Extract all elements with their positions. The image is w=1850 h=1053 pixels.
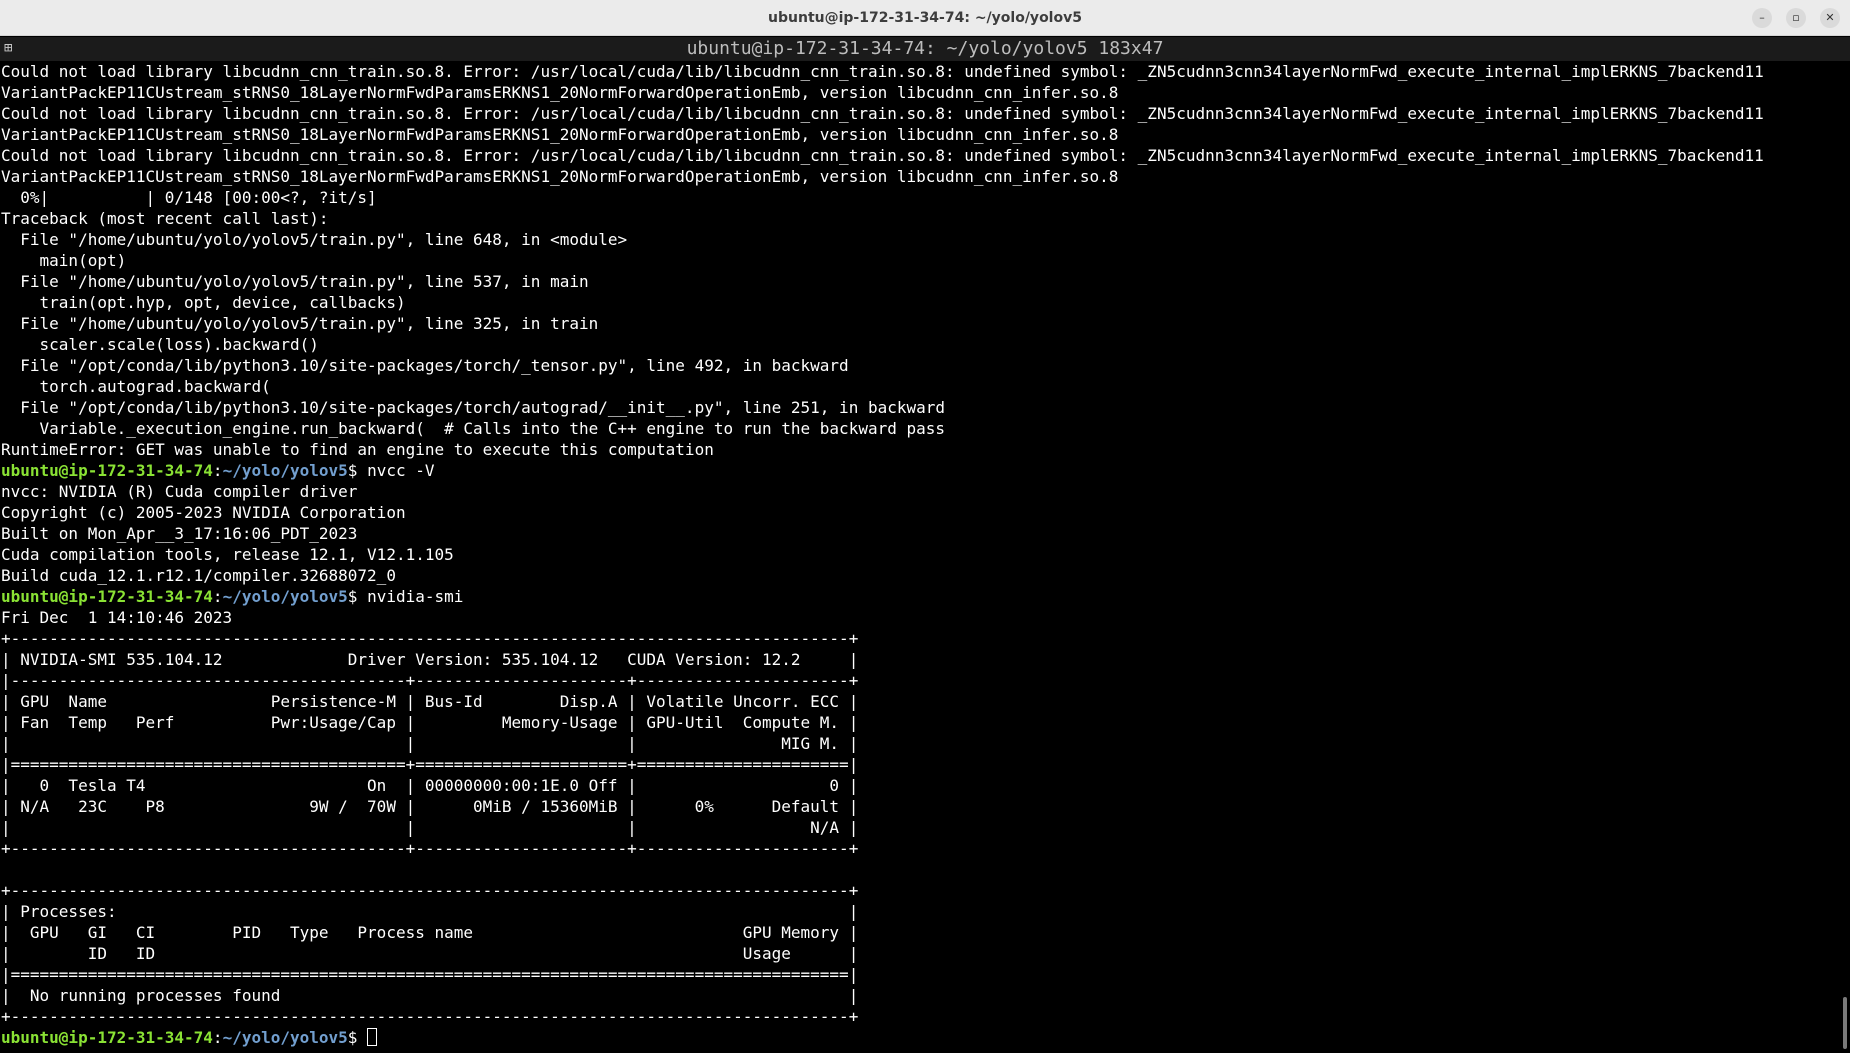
prompt-path: ~/yolo/yolov5 (222, 461, 348, 480)
terminal-line: nvcc: NVIDIA (R) Cuda compiler driver (1, 482, 358, 501)
terminal-line: File "/opt/conda/lib/python3.10/site-pac… (1, 398, 946, 417)
terminal-line: | 0 Tesla T4 On | 00000000:00:1E.0 Off |… (1, 776, 859, 795)
terminal-line: +---------------------------------------… (1, 839, 859, 858)
terminal-line: VariantPackEP11CUstream_stRNS0_18LayerNo… (1, 125, 1119, 144)
terminal-line: | No running processes found | (1, 986, 859, 1005)
window-titlebar[interactable]: ubuntu@ip-172-31-34-74: ~/yolo/yolov5 – … (0, 0, 1850, 36)
terminal-line: File "/home/ubuntu/yolo/yolov5/train.py"… (1, 272, 589, 291)
terminal-line: | GPU GI CI PID Type Process name GPU Me… (1, 923, 859, 942)
window-title: ubuntu@ip-172-31-34-74: ~/yolo/yolov5 (768, 10, 1082, 26)
terminal-line: Fri Dec 1 14:10:46 2023 (1, 608, 233, 627)
terminal-line: Variable._execution_engine.run_backward(… (1, 419, 946, 438)
terminal-line: |=======================================… (1, 965, 859, 984)
scrollbar-thumb[interactable] (1843, 997, 1847, 1049)
terminal-line: | GPU Name Persistence-M | Bus-Id Disp.A… (1, 692, 859, 711)
prompt-user: ubuntu@ip-172-31-34-74 (1, 461, 213, 480)
prompt-separator: : (212, 587, 223, 606)
terminal-line: 0%| | 0/148 [00:00<?, ?it/s] (1, 188, 377, 207)
terminal-line: +---------------------------------------… (1, 629, 859, 648)
terminal-line: | | | MIG M. | (1, 734, 859, 753)
close-button[interactable]: ✕ (1820, 8, 1840, 28)
terminal-output[interactable]: Could not load library libcudnn_cnn_trai… (0, 61, 1835, 1051)
terminal-scrollbar[interactable] (1838, 61, 1850, 1053)
minimize-icon: – (1759, 11, 1765, 24)
tmux-pane-title: ubuntu@ip-172-31-34-74: ~/yolo/yolov5 18… (686, 38, 1164, 59)
minimize-button[interactable]: – (1752, 8, 1772, 28)
terminal-window: ubuntu@ip-172-31-34-74: ~/yolo/yolov5 – … (0, 0, 1850, 1053)
terminal-line: main(opt) (1, 251, 127, 270)
terminal-line: Could not load library libcudnn_cnn_trai… (1, 104, 1764, 123)
prompt-path: ~/yolo/yolov5 (222, 587, 348, 606)
terminal-line: | | | N/A | (1, 818, 859, 837)
terminal-cursor (367, 1028, 378, 1046)
terminal-line: Built on Mon_Apr__3_17:16:06_PDT_2023 (1, 524, 358, 543)
window-controls: – ▫ ✕ (1752, 8, 1840, 28)
terminal-line: scaler.scale(loss).backward() (1, 335, 319, 354)
terminal-line: | NVIDIA-SMI 535.104.12 Driver Version: … (1, 650, 859, 669)
terminal-line: Copyright (c) 2005-2023 NVIDIA Corporati… (1, 503, 406, 522)
prompt-user: ubuntu@ip-172-31-34-74 (1, 587, 213, 606)
maximize-icon: ▫ (1792, 11, 1800, 24)
prompt-dollar: $ (347, 587, 368, 606)
terminal-line: VariantPackEP11CUstream_stRNS0_18LayerNo… (1, 167, 1119, 186)
terminal-line: Could not load library libcudnn_cnn_trai… (1, 62, 1764, 81)
terminal-line: |---------------------------------------… (1, 671, 859, 690)
terminal-line: | ID ID Usage | (1, 944, 859, 963)
close-icon: ✕ (1825, 11, 1835, 24)
prompt-line: ubuntu@ip-172-31-34-74:~/yolo/yolov5$ (1, 1027, 1835, 1048)
prompt-command: nvidia-smi (367, 587, 464, 606)
terminal-line: +---------------------------------------… (1, 881, 859, 900)
prompt-dollar: $ (347, 461, 368, 480)
maximize-button[interactable]: ▫ (1786, 8, 1806, 28)
prompt-line: ubuntu@ip-172-31-34-74:~/yolo/yolov5$ nv… (1, 460, 1835, 481)
terminal-line: train(opt.hyp, opt, device, callbacks) (1, 293, 406, 312)
tmux-status-bar: ⊞ ubuntu@ip-172-31-34-74: ~/yolo/yolov5 … (0, 37, 1850, 61)
terminal-line: Could not load library libcudnn_cnn_trai… (1, 146, 1764, 165)
terminal-line: RuntimeError: GET was unable to find an … (1, 440, 714, 459)
prompt-command: nvcc -V (367, 461, 435, 480)
prompt-path: ~/yolo/yolov5 (222, 1028, 348, 1047)
terminal-line: | Fan Temp Perf Pwr:Usage/Cap | Memory-U… (1, 713, 859, 732)
terminal-line: File "/home/ubuntu/yolo/yolov5/train.py"… (1, 314, 599, 333)
prompt-line: ubuntu@ip-172-31-34-74:~/yolo/yolov5$ nv… (1, 586, 1835, 607)
terminal-line: Build cuda_12.1.r12.1/compiler.32688072_… (1, 566, 396, 585)
terminal-line: VariantPackEP11CUstream_stRNS0_18LayerNo… (1, 83, 1119, 102)
terminal-line: File "/opt/conda/lib/python3.10/site-pac… (1, 356, 849, 375)
prompt-dollar: $ (347, 1028, 368, 1047)
terminal-line: File "/home/ubuntu/yolo/yolov5/train.py"… (1, 230, 628, 249)
prompt-separator: : (212, 461, 223, 480)
terminal-line: Cuda compilation tools, release 12.1, V1… (1, 545, 454, 564)
terminal-line: Traceback (most recent call last): (1, 209, 329, 228)
terminal-line: torch.autograd.backward( (1, 377, 271, 396)
terminal-line: +---------------------------------------… (1, 1007, 859, 1026)
terminal-line: |=======================================… (1, 755, 859, 774)
prompt-separator: : (212, 1028, 223, 1047)
terminal-line: | Processes: | (1, 902, 859, 921)
prompt-user: ubuntu@ip-172-31-34-74 (1, 1028, 213, 1047)
terminal-line: | N/A 23C P8 9W / 70W | 0MiB / 15360MiB … (1, 797, 859, 816)
